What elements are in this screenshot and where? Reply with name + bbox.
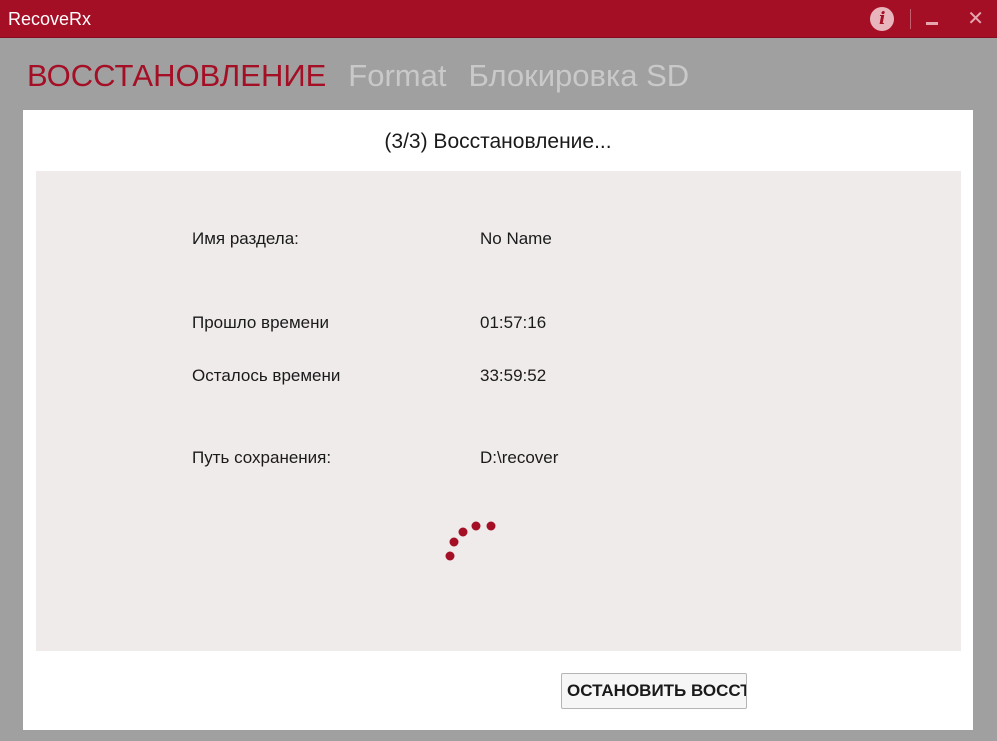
tab-recovery[interactable]: ВОССТАНОВЛЕНИЕ [27,57,326,95]
page-title: (3/3) Восстановление... [384,130,612,153]
title-bar: RecoveRx i ✕ [0,0,997,38]
remaining-time-label: Осталось времени [192,366,341,385]
elapsed-time-label: Прошло времени [192,313,330,332]
save-path-label: Путь сохранения: [192,448,332,467]
stop-recovery-button[interactable]: ОСТАНОВИТЬ ВОССТАНОВЛЕНИЕ [561,673,747,709]
main-tabs: ВОССТАНОВЛЕНИЕ Format Блокировка SD [27,57,689,95]
partition-name-label: Имя раздела: [192,229,299,248]
recovery-card: (3/3) Восстановление... Имя раздела: No … [23,110,973,730]
elapsed-time-value: 01:57:16 [480,313,547,332]
window-controls: i ✕ [870,0,997,38]
recovery-info-panel: Имя раздела: No Name Прошло времени 01:5… [36,171,961,651]
remaining-time-value: 33:59:52 [480,366,547,385]
partition-name-value: No Name [480,229,552,248]
title-separator [910,9,912,29]
tab-sd-lock[interactable]: Блокировка SD [468,57,689,95]
save-path-value: D:\recover [480,448,559,467]
info-icon[interactable]: i [870,7,895,31]
tab-format[interactable]: Format [348,57,446,95]
close-icon[interactable]: ✕ [967,9,984,29]
loading-spinner-icon [445,521,496,561]
app-title: RecoveRx [8,9,92,29]
minimize-icon[interactable] [925,12,939,26]
